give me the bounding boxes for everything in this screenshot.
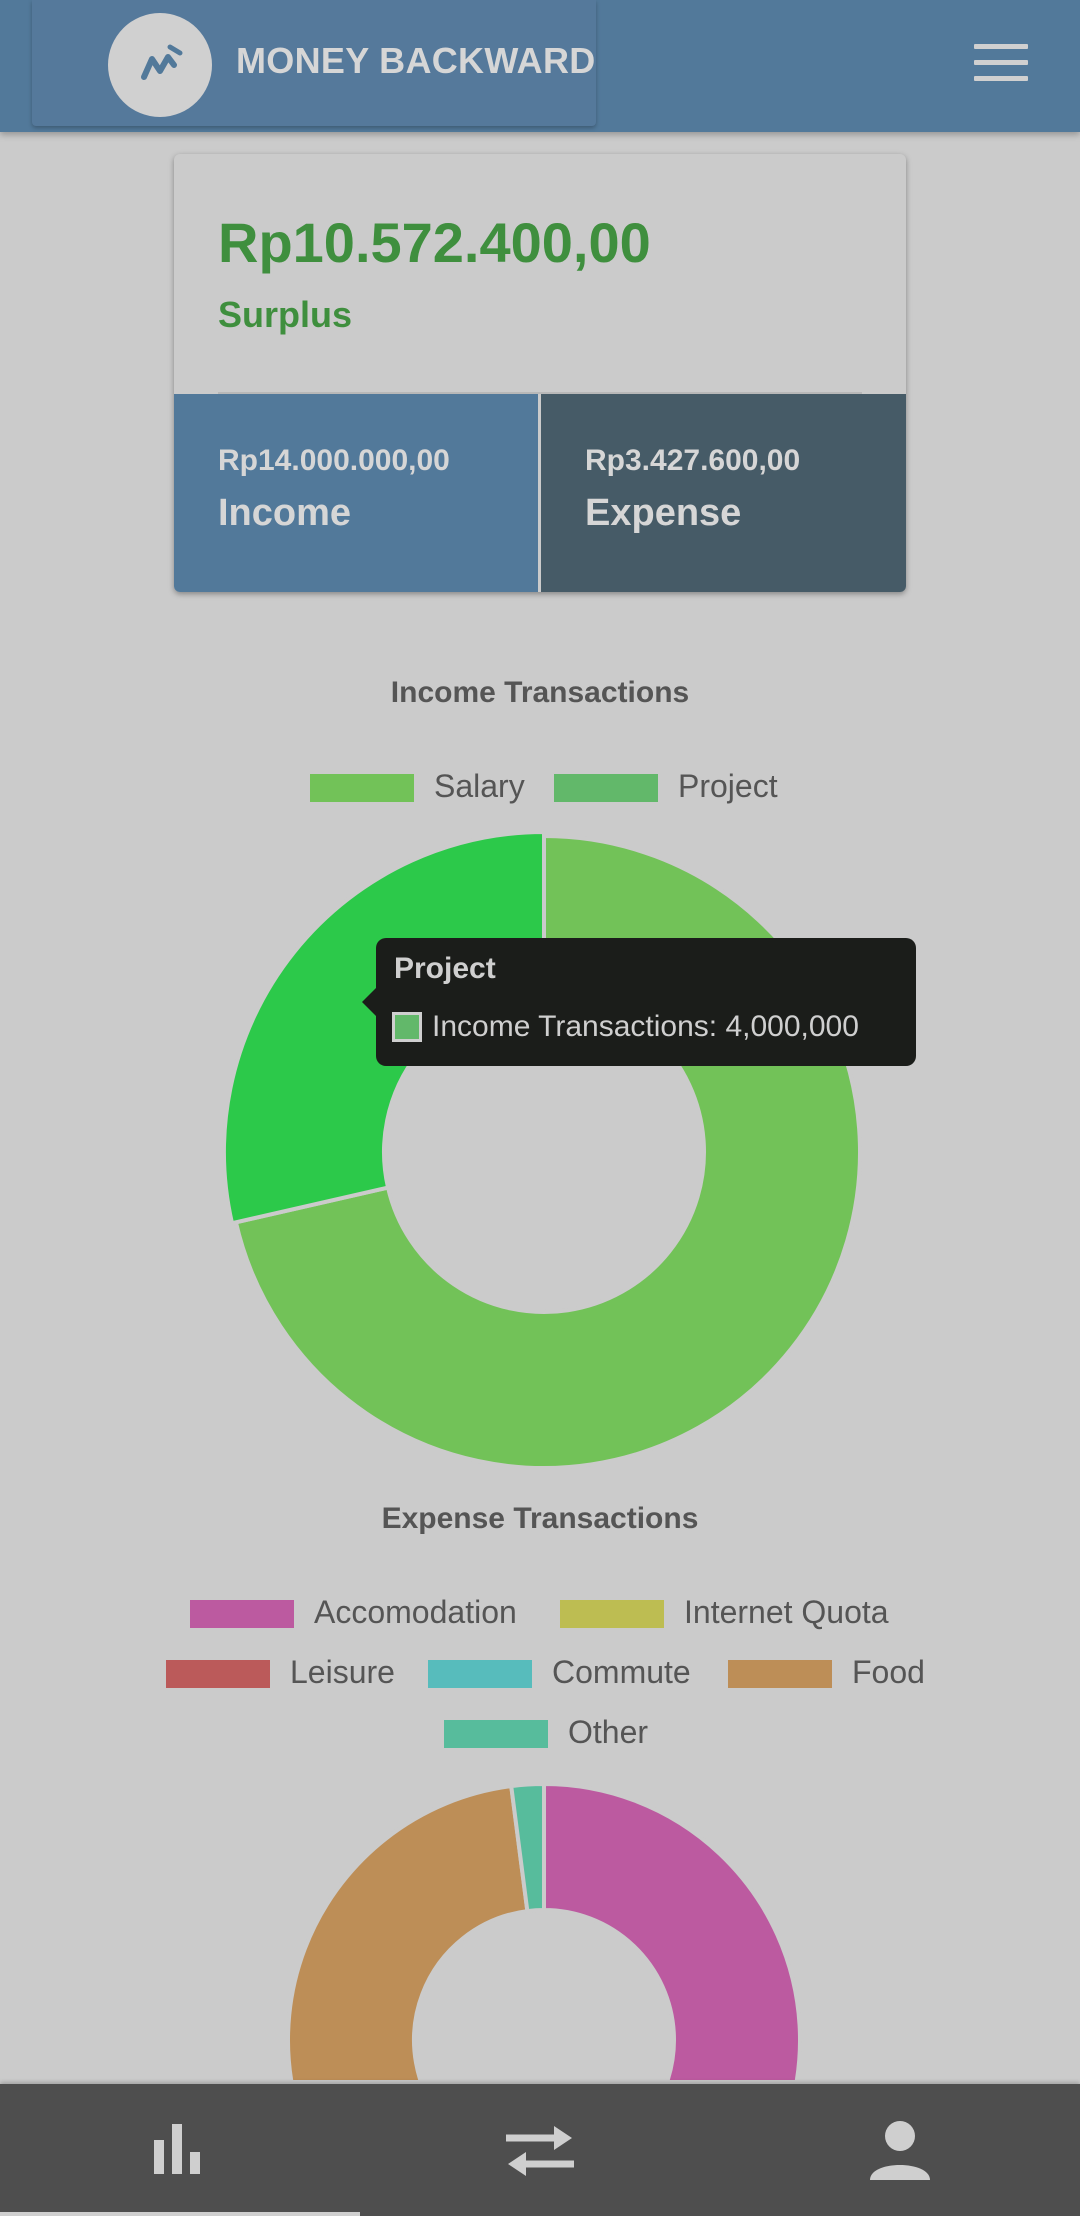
hamburger-menu-icon[interactable]: [974, 44, 1028, 84]
expense-donut-chart[interactable]: [0, 1780, 1080, 2080]
bar-chart-icon: [154, 2124, 200, 2174]
balance-status: Surplus: [218, 294, 353, 335]
legend-swatch: [444, 1720, 548, 1748]
income-summary[interactable]: Rp14.000.000,00 Income: [174, 394, 538, 592]
expense-label: Expense: [585, 492, 742, 534]
app-header: MONEY BACKWARD: [0, 0, 1080, 132]
balance-amount: Rp10.572.400,00: [218, 211, 651, 274]
legend-label: Commute: [552, 1654, 691, 1690]
profile-icon: [870, 2121, 930, 2180]
expense-amount: Rp3.427.600,00: [585, 444, 801, 477]
money-backward-logo-icon: [108, 13, 212, 117]
legend-swatch: [190, 1600, 294, 1628]
income-label: Income: [218, 492, 352, 534]
tooltip-title: Project: [394, 952, 496, 985]
income-chart-title: Income Transactions: [390, 676, 690, 709]
app-title: MONEY BACKWARD: [236, 40, 596, 81]
legend-swatch: [728, 1660, 832, 1688]
legend-label: Accomodation: [314, 1594, 517, 1630]
expense-chart-title: Expense Transactions: [381, 1502, 699, 1535]
summary-card: Rp10.572.400,00 Surplus Rp14.000.000,00 …: [174, 154, 906, 592]
income-donut-chart[interactable]: [0, 800, 1080, 1500]
nav-active-indicator: [0, 2212, 360, 2216]
nav-transactions-button[interactable]: [360, 2084, 720, 2216]
legend-swatch: [310, 774, 414, 802]
brand-bar[interactable]: MONEY BACKWARD: [32, 0, 596, 126]
income-amount: Rp14.000.000,00: [218, 444, 450, 477]
legend-swatch: [554, 774, 658, 802]
expense-summary[interactable]: Rp3.427.600,00 Expense: [541, 394, 906, 592]
legend-swatch: [428, 1660, 532, 1688]
legend-label: Food: [852, 1654, 925, 1690]
tooltip-value: Income Transactions: 4,000,000: [432, 1010, 859, 1043]
chart-tooltip: Project Income Transactions: 4,000,000: [362, 938, 916, 1066]
expense-slice-accomodation[interactable]: [542, 1781, 802, 2080]
nav-profile-button[interactable]: [720, 2084, 1080, 2216]
legend-swatch: [166, 1660, 270, 1688]
legend-swatch: [560, 1600, 664, 1628]
expense-slice-food[interactable]: [286, 1783, 530, 2080]
legend-label: Internet Quota: [684, 1594, 889, 1630]
legend-label: Other: [568, 1714, 649, 1750]
bottom-navigation: [0, 2084, 1080, 2216]
legend-label: Leisure: [290, 1654, 395, 1690]
tooltip-swatch: [392, 1012, 422, 1042]
nav-statistics-button[interactable]: [0, 2084, 360, 2216]
transfer-arrows-icon: [506, 2126, 574, 2176]
